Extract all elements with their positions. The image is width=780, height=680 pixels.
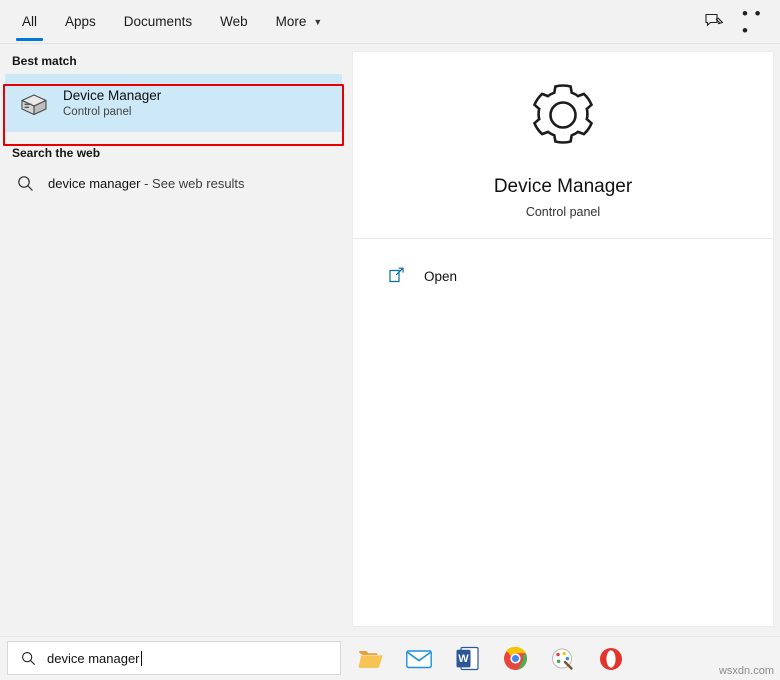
ellipsis-icon[interactable]: • • •	[742, 3, 770, 40]
result-title: Device Manager	[63, 87, 162, 103]
search-input-value-wrap: device manager	[47, 650, 142, 666]
web-result-query: device manager	[48, 175, 141, 191]
tab-apps[interactable]: Apps	[51, 0, 110, 44]
preview-card: Device Manager Control panel Open	[353, 52, 773, 626]
preview-action-open[interactable]: Open	[353, 256, 773, 296]
preview-action-label: Open	[424, 268, 458, 284]
watermark: wsxdn.com	[718, 665, 774, 677]
tab-active-underline	[16, 37, 44, 41]
tab-more[interactable]: More ▼	[262, 0, 337, 44]
file-explorer-icon[interactable]	[356, 644, 386, 674]
opera-icon[interactable]	[596, 644, 626, 674]
gear-icon	[524, 76, 602, 159]
chevron-down-icon: ▼	[313, 17, 323, 27]
device-manager-icon	[17, 86, 51, 120]
web-result-item[interactable]: device manager - See web results	[0, 166, 347, 200]
result-subtitle: Control panel	[63, 105, 132, 118]
tab-web[interactable]: Web	[206, 0, 262, 44]
result-text: Device Manager Control panel	[63, 87, 161, 120]
preview-header: Device Manager Control panel	[353, 52, 773, 239]
tab-more-label: More	[275, 14, 307, 29]
word-icon[interactable]: W	[452, 644, 482, 674]
text-cursor	[140, 650, 142, 666]
best-match-header: Best match	[12, 54, 77, 68]
tab-web-label: Web	[220, 14, 248, 29]
tab-apps-label: Apps	[65, 14, 96, 29]
tab-documents[interactable]: Documents	[110, 0, 206, 44]
result-item-device-manager[interactable]: Device Manager Control panel	[5, 74, 342, 132]
search-icon	[18, 648, 38, 668]
web-result-label: device manager - See web results	[48, 176, 245, 191]
paint-icon[interactable]	[548, 644, 578, 674]
tab-all[interactable]: All	[8, 0, 51, 44]
best-match-wrap: Device Manager Control panel	[5, 74, 342, 132]
tab-documents-label: Documents	[123, 14, 193, 29]
feedback-icon[interactable]	[700, 8, 728, 36]
tab-all-label: All	[22, 14, 38, 29]
preview-pane: Device Manager Control panel Open	[347, 44, 780, 637]
tab-list: All Apps Documents Web More ▼	[0, 0, 336, 44]
ellipsis-glyph: • • •	[742, 3, 762, 40]
tabbar-actions: • • •	[700, 3, 780, 40]
open-external-icon	[386, 265, 408, 287]
mail-icon[interactable]	[404, 644, 434, 674]
search-filter-tabbar: All Apps Documents Web More ▼ • • •	[0, 0, 780, 44]
chrome-icon[interactable]	[500, 644, 530, 674]
search-input-value: device manager	[47, 650, 140, 666]
search-icon	[12, 170, 38, 196]
search-web-header: Search the web	[12, 146, 101, 160]
search-input[interactable]: device manager	[7, 641, 341, 675]
web-result-suffix: - See web results	[140, 175, 245, 191]
windows-search-flyout: All Apps Documents Web More ▼ • • • Best…	[0, 0, 780, 680]
taskbar-pinned-apps: W	[356, 637, 626, 680]
svg-text:W: W	[458, 653, 469, 665]
results-pane: Best match Device Manager Control panel	[0, 44, 347, 637]
preview-subtitle: Control panel	[525, 204, 601, 219]
preview-title: Device Manager	[493, 175, 633, 197]
taskbar: device manager W wsxdn.com	[0, 636, 780, 680]
